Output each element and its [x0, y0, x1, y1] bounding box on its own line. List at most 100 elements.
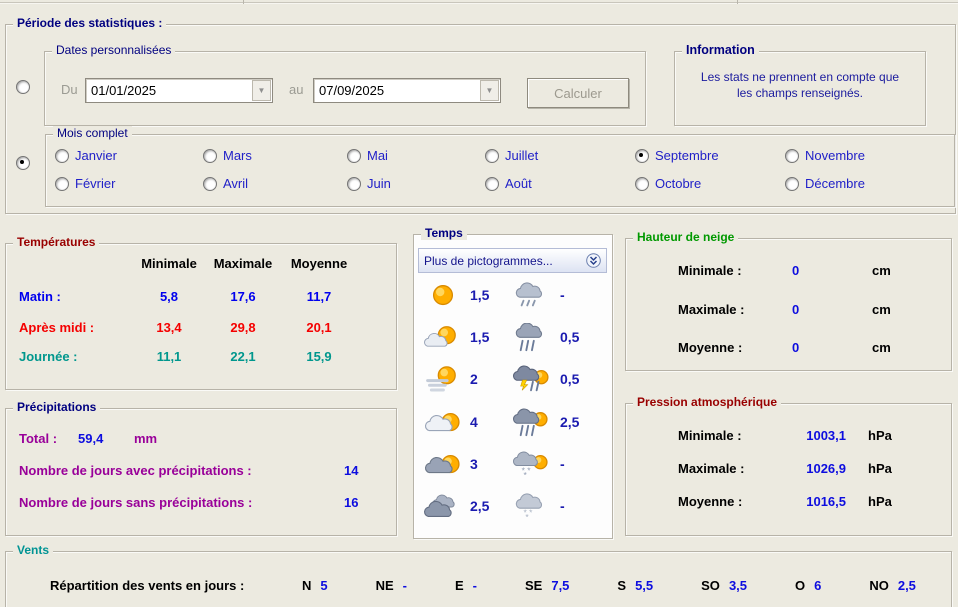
- month-radio[interactable]: [785, 148, 799, 163]
- month-radio[interactable]: [203, 148, 217, 163]
- to-date-dropdown-arrow-icon[interactable]: ▼: [480, 80, 499, 101]
- month-label: Octobre: [655, 176, 702, 191]
- wind-value: 3,5: [728, 578, 748, 593]
- pressure-moy-label: Moyenne :: [678, 494, 743, 509]
- picto-value: 2,5: [560, 414, 580, 430]
- month-radio[interactable]: [347, 176, 361, 191]
- month-option-octobre[interactable]: Octobre: [635, 176, 701, 191]
- month-label: Mars: [223, 148, 252, 163]
- from-date-combobox[interactable]: 01/01/2025 ▼: [85, 78, 273, 103]
- month-radio[interactable]: [485, 176, 499, 191]
- total-value: 59,4: [78, 431, 104, 446]
- cloud-sun-light-icon: [424, 408, 462, 438]
- snow-moy-unit: cm: [872, 340, 891, 355]
- picto-value: 1,5: [470, 287, 490, 303]
- month-radio[interactable]: [485, 148, 499, 163]
- month-label: Août: [505, 176, 532, 191]
- pressure-title: Pression atmosphérique: [633, 395, 782, 409]
- wind-dir: S: [617, 578, 627, 593]
- sun-behind-cloud-icon: [424, 323, 462, 353]
- double-chevron-down-icon[interactable]: [586, 253, 601, 268]
- pressure-max-label: Maximale :: [678, 461, 745, 476]
- snow-max-unit: cm: [872, 302, 891, 317]
- information-line2: les champs renseignés.: [736, 86, 864, 100]
- calculate-button[interactable]: Calculer: [527, 78, 629, 108]
- winds-values-row: N5 NE - E- SE 7,5 S 5,5 SO 3,5 O6 NO 2,5: [302, 578, 916, 593]
- to-date-combobox[interactable]: 07/09/2025 ▼: [313, 78, 501, 103]
- picto-value: -: [560, 287, 565, 303]
- rain-cloud-light-icon: [512, 281, 550, 311]
- days-with-label: Nombre de jours avec précipitations :: [19, 463, 252, 478]
- snow-title: Hauteur de neige: [633, 230, 739, 244]
- wind-o: O6: [795, 578, 821, 593]
- month-label: Avril: [223, 176, 249, 191]
- custom-dates-groupbox: Dates personnalisées Du 01/01/2025 ▼ au …: [44, 43, 646, 126]
- month-radio[interactable]: [347, 148, 361, 163]
- temps-groupbox: Temps Plus de pictogrammes... 1,5 - 1,5 …: [413, 226, 613, 539]
- picto-value: 1,5: [470, 329, 490, 345]
- col-minimale: Minimale: [141, 256, 197, 271]
- month-radio[interactable]: [203, 176, 217, 191]
- pressure-min-value: 1003,1: [806, 428, 846, 443]
- month-radio[interactable]: [55, 176, 69, 191]
- picto-value: -: [560, 498, 565, 514]
- picto-row: 4 2,5: [414, 403, 610, 445]
- month-radio[interactable]: [635, 148, 649, 163]
- winds-groupbox: Vents Répartition des vents en jours : N…: [5, 543, 952, 607]
- month-option-novembre[interactable]: Novembre: [785, 148, 865, 163]
- snow-cloud-sun-icon: * * *: [512, 450, 550, 480]
- tabstrip-bottom-highlight: [0, 3, 958, 4]
- month-option-fevrier[interactable]: Février: [55, 176, 115, 191]
- from-date-dropdown-arrow-icon[interactable]: ▼: [252, 80, 271, 101]
- full-month-radio[interactable]: [16, 156, 30, 170]
- journee-moy: 15,9: [306, 349, 332, 364]
- winds-label: Répartition des vents en jours :: [50, 578, 245, 593]
- thunderstorm-sun-icon: [512, 365, 550, 395]
- matin-moy: 11,7: [306, 289, 332, 304]
- to-label: au: [289, 82, 304, 97]
- month-option-janvier[interactable]: Janvier: [55, 148, 117, 163]
- month-option-decembre[interactable]: Décembre: [785, 176, 865, 191]
- wind-s: S 5,5: [617, 578, 653, 593]
- row-apresmidi-label: Après midi :: [19, 320, 95, 335]
- month-radio[interactable]: [55, 148, 69, 163]
- month-option-mars[interactable]: Mars: [203, 148, 252, 163]
- picto-value: 4: [470, 414, 478, 430]
- tab-divider-tick: [243, 0, 244, 4]
- matin-min: 5,8: [159, 289, 179, 304]
- month-option-juin[interactable]: Juin: [347, 176, 391, 191]
- wind-ne: NE -: [376, 578, 407, 593]
- tab-divider-tick: [737, 0, 738, 4]
- information-line1: Les stats ne prennent en compte que: [700, 70, 900, 84]
- picto-value: 0,5: [560, 329, 580, 345]
- more-pictograms-button[interactable]: Plus de pictogrammes...: [418, 248, 607, 273]
- period-groupbox: Période des statistiques : Dates personn…: [5, 16, 956, 214]
- winds-title: Vents: [13, 543, 54, 557]
- days-without-value: 16: [344, 495, 359, 510]
- weather-stats-window: Période des statistiques : Dates personn…: [0, 0, 958, 607]
- month-label: Décembre: [805, 176, 865, 191]
- days-with-value: 14: [344, 463, 359, 478]
- month-option-mai[interactable]: Mai: [347, 148, 388, 163]
- month-option-aout[interactable]: Août: [485, 176, 532, 191]
- month-label: Février: [75, 176, 116, 191]
- month-radio[interactable]: [635, 176, 649, 191]
- month-option-septembre[interactable]: Septembre: [635, 148, 719, 163]
- month-option-juillet[interactable]: Juillet: [485, 148, 538, 163]
- custom-dates-radio[interactable]: [16, 80, 30, 94]
- month-radio[interactable]: [785, 176, 799, 191]
- month-label: Juin: [367, 176, 391, 191]
- picto-value: -: [560, 456, 565, 472]
- wind-so: SO 3,5: [701, 578, 747, 593]
- matin-max: 17,6: [230, 289, 256, 304]
- col-moyenne: Moyenne: [290, 256, 348, 271]
- pressure-groupbox: Pression atmosphérique Minimale : 1003,1…: [625, 395, 952, 536]
- information-groupbox: Information Les stats ne prennent en com…: [674, 43, 926, 126]
- information-text: Les stats ne prennent en compte que les …: [675, 69, 925, 101]
- snow-moy-label: Moyenne :: [678, 340, 743, 355]
- wind-value: -: [472, 578, 478, 593]
- month-label: Septembre: [655, 148, 719, 163]
- month-option-avril[interactable]: Avril: [203, 176, 248, 191]
- row-matin-label: Matin :: [19, 289, 61, 304]
- snow-max-label: Maximale :: [678, 302, 745, 317]
